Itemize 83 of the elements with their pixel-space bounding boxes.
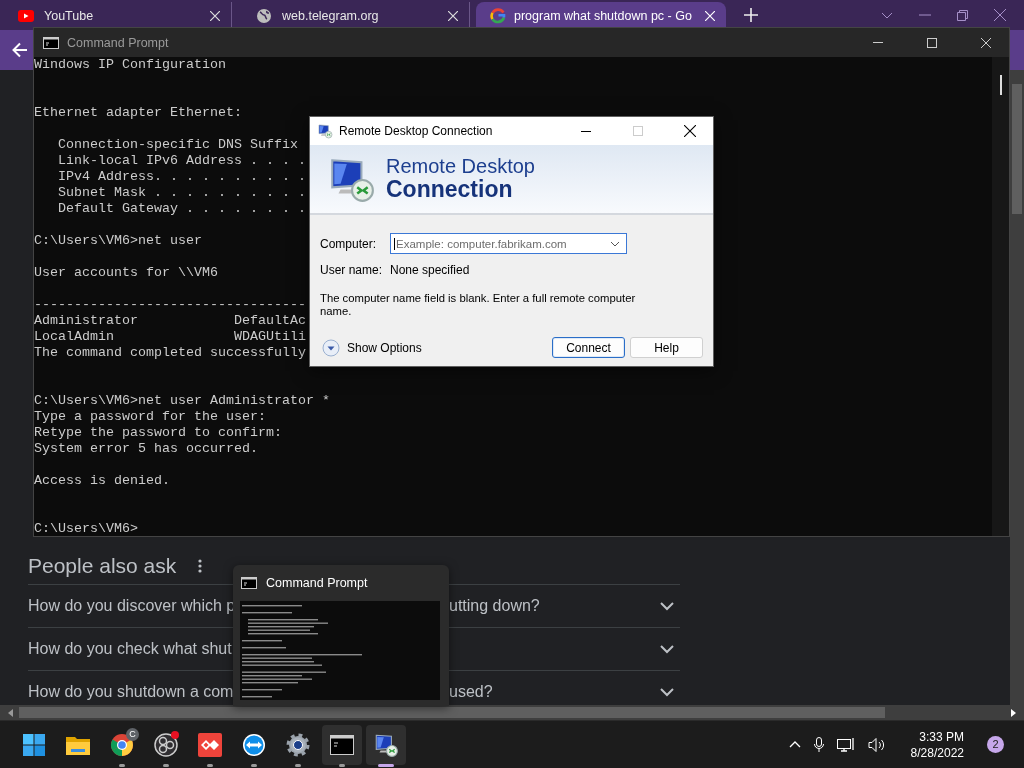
microphone-icon[interactable] [813, 736, 824, 753]
close-icon [705, 11, 715, 21]
close-icon [210, 11, 220, 21]
arrows-icon[interactable] [242, 732, 266, 757]
field-label: User name: [320, 263, 384, 277]
scrollbar[interactable] [992, 57, 1009, 536]
clock-date[interactable]: 8/28/2022 [910, 744, 964, 761]
console-line: Retype the password to confirm: [34, 425, 282, 440]
play-icon [18, 10, 34, 22]
console-line: ---------------------------------- [34, 297, 306, 312]
maximize-icon[interactable] [927, 37, 937, 48]
console-line: Ethernet adapter Ethernet: [34, 105, 242, 120]
chevron-icon[interactable] [660, 601, 674, 611]
console-line: LocalAdmin WDAGUtili [34, 329, 306, 344]
circles-icon[interactable] [154, 732, 178, 757]
console-line: The command completed successfully [34, 345, 306, 360]
status-message: The computer name field is blank. Enter a full remote computer name. [320, 292, 637, 318]
window-title: Remote Desktop Connection [339, 124, 494, 138]
question-text: utting down? [449, 597, 540, 615]
terminal-icon[interactable] [330, 734, 354, 755]
close-tab-button[interactable] [207, 8, 223, 24]
browser-icon[interactable] [110, 732, 134, 757]
console-line: Type a password for the user: [34, 409, 266, 424]
close-tab-button[interactable] [702, 8, 718, 24]
expand-icon[interactable] [322, 338, 340, 357]
console-line: Windows IP Configuration [34, 57, 226, 72]
console-line: C:\Users\VM6> [34, 521, 138, 536]
clock-time[interactable]: 3:33 PM [919, 728, 964, 745]
gear-icon[interactable] [286, 732, 310, 757]
chevron-icon[interactable] [610, 240, 620, 247]
g-logo-icon [490, 8, 506, 24]
console-line: Connection-specific DNS Suffix [57, 137, 298, 152]
banner-title: Remote Desktop [386, 156, 535, 178]
field-label: Computer: [320, 236, 378, 251]
browser-tab[interactable]: program what shutdown pc - Go [476, 2, 726, 30]
console-line: Access is denied. [34, 473, 170, 488]
console-line: Administrator DefaultAc [34, 313, 306, 328]
close-tab-button[interactable] [445, 8, 461, 24]
section-heading: People also ask [28, 554, 177, 578]
console-line: Link-local IPv6 Address . . . . [57, 153, 306, 168]
profile-badge: C [126, 727, 139, 741]
show-options-button[interactable]: Show Options [320, 338, 422, 357]
start-button[interactable] [23, 733, 45, 756]
restore-icon[interactable] [957, 9, 968, 21]
network-icon[interactable] [836, 736, 855, 753]
preview-title: Command Prompt [266, 576, 368, 590]
back-arrow-icon[interactable] [12, 42, 28, 58]
chevron-icon[interactable] [660, 644, 674, 654]
taskbar-button[interactable] [366, 724, 406, 765]
scroll-right-icon[interactable] [1011, 708, 1016, 717]
banner-title: Connection [386, 177, 513, 202]
globe-icon [256, 8, 272, 24]
console-line: Default Gateway . . . . . . . . [57, 201, 306, 216]
computer-combobox[interactable]: Example: computer.fabrikam.com [390, 233, 627, 254]
dialog-button[interactable]: Help [630, 337, 703, 358]
console-line: User accounts for \\VM6 [34, 265, 218, 280]
console-line: C:\Users\VM6>net user Administrator * [34, 393, 330, 408]
terminal-icon [241, 577, 257, 589]
console-line: System error 5 has occurred. [34, 441, 258, 456]
window-title: Command Prompt [67, 35, 170, 50]
question-text: used? [449, 683, 493, 701]
dialog-button[interactable]: Connect [552, 337, 625, 358]
question-text: How do you shutdown a com [28, 683, 235, 701]
volume-icon[interactable] [867, 736, 886, 753]
scrollbar[interactable] [0, 705, 1024, 720]
more-icon[interactable] [198, 559, 203, 573]
console-line: Subnet Mask . . . . . . . . . . [57, 185, 306, 200]
field-value: None specified [390, 263, 470, 277]
scroll-left-icon[interactable] [8, 708, 13, 717]
close-icon [448, 11, 458, 21]
notification-badge[interactable]: 2 [987, 736, 1004, 753]
minimize-icon[interactable] [581, 130, 591, 132]
console-line: C:\Users\VM6>net user [34, 233, 202, 248]
chevron-icon[interactable] [660, 687, 674, 697]
scrollbar[interactable] [1010, 70, 1024, 705]
terminal-icon [43, 36, 59, 49]
monitor-icon [317, 123, 333, 139]
console-line: IPv4 Address. . . . . . . . . . [57, 169, 306, 184]
new-tab-icon[interactable] [744, 8, 758, 22]
window-preview-drawing[interactable] [240, 601, 440, 700]
question-text: How do you check what shut [28, 640, 233, 658]
taskbar-button[interactable] [322, 724, 362, 765]
close-icon[interactable] [684, 125, 696, 137]
